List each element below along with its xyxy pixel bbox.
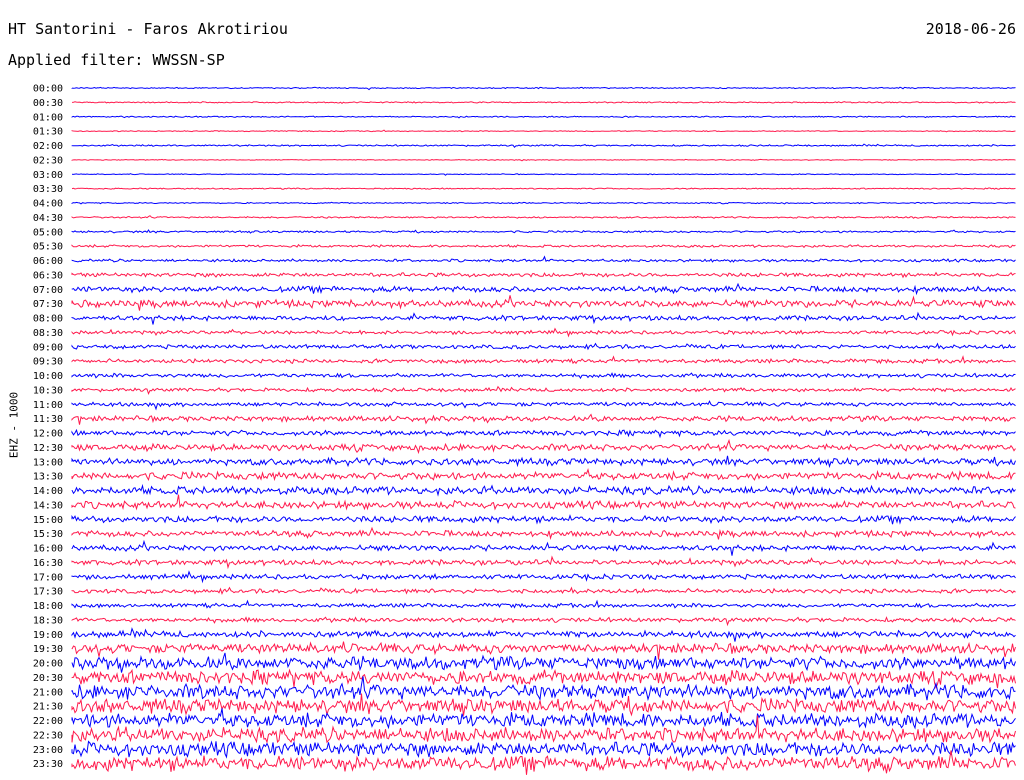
trace-line	[71, 385, 1016, 396]
time-tick-label: 05:00	[33, 227, 63, 238]
time-tick-label: 04:30	[33, 213, 63, 224]
trace-line	[71, 514, 1016, 525]
time-tick-label: 10:30	[33, 385, 63, 396]
time-tick-label: 10:00	[33, 371, 63, 382]
trace-line	[71, 467, 1016, 482]
trace-line	[71, 215, 1016, 219]
trace-line	[71, 229, 1016, 234]
trace-line	[71, 668, 1016, 690]
trace-line	[71, 652, 1016, 673]
trace-line	[71, 271, 1016, 279]
time-tick-label: 03:30	[33, 184, 63, 195]
trace-line	[71, 342, 1016, 351]
time-tick-label: 17:30	[33, 587, 63, 598]
time-tick-label: 02:00	[33, 141, 63, 152]
time-tick-label: 20:30	[33, 673, 63, 684]
time-tick-label: 13:30	[33, 472, 63, 483]
time-tick-label: 14:00	[33, 486, 63, 497]
time-tick-label: 22:30	[33, 730, 63, 741]
time-tick-label: 02:30	[33, 155, 63, 166]
time-tick-label: 06:30	[33, 270, 63, 281]
trace-line	[71, 282, 1016, 296]
time-tick-label: 16:30	[33, 558, 63, 569]
trace-line	[71, 311, 1016, 325]
time-tick-label: 01:00	[33, 112, 63, 123]
time-tick-label: 19:00	[33, 630, 63, 641]
time-tick-label: 07:00	[33, 285, 63, 296]
trace-line	[71, 438, 1016, 455]
time-tick-label: 01:30	[33, 127, 63, 138]
trace-line	[71, 708, 1016, 730]
trace-line	[71, 555, 1016, 570]
trace-line	[71, 86, 1016, 91]
trace-line	[71, 115, 1016, 119]
time-tick-label: 15:00	[33, 515, 63, 526]
trace-line	[71, 187, 1016, 190]
trace-line	[71, 173, 1016, 176]
trace-line	[71, 400, 1016, 411]
trace-line	[71, 483, 1016, 497]
time-tick-label: 08:00	[33, 314, 63, 325]
time-tick-label: 22:00	[33, 716, 63, 727]
time-tick-label: 18:30	[33, 615, 63, 626]
trace-line	[71, 599, 1016, 609]
trace-line	[71, 641, 1016, 660]
seismogram-plot: 00:00 00:30 01:00 01:30 02:00 02:30 03:00 03:30…	[33, 84, 1016, 775]
time-tick-label: 09:30	[33, 357, 63, 368]
time-tick-label: 17:00	[33, 572, 63, 583]
time-tick-label: 07:30	[33, 299, 63, 310]
trace-line	[71, 455, 1016, 469]
trace-line	[71, 255, 1016, 263]
time-tick-label: 11:00	[33, 400, 63, 411]
trace-line	[71, 129, 1016, 133]
time-tick-label: 14:30	[33, 500, 63, 511]
trace-line	[71, 372, 1016, 380]
trace-line	[71, 494, 1016, 511]
trace-line	[71, 327, 1016, 338]
trace-line	[71, 143, 1016, 148]
time-tick-label: 23:00	[33, 745, 63, 756]
trace-line	[71, 158, 1016, 162]
time-tick-label: 05:30	[33, 242, 63, 253]
time-tick-label: 00:00	[33, 84, 63, 95]
trace-line	[71, 526, 1016, 540]
time-tick-label: 06:00	[33, 256, 63, 267]
time-tick-label: 00:30	[33, 98, 63, 109]
trace-line	[71, 295, 1016, 311]
time-tick-label: 21:00	[33, 687, 63, 698]
time-tick-label: 04:00	[33, 199, 63, 210]
trace-line	[71, 201, 1016, 205]
trace-line	[71, 355, 1016, 365]
time-tick-label: 15:30	[33, 529, 63, 540]
trace-line	[71, 676, 1016, 702]
trace-line	[71, 750, 1016, 775]
trace-line	[71, 740, 1016, 759]
trace-line	[71, 101, 1016, 105]
time-tick-label: 12:30	[33, 443, 63, 454]
time-tick-label: 20:00	[33, 659, 63, 670]
time-tick-label: 21:30	[33, 702, 63, 713]
trace-line	[71, 627, 1016, 642]
time-tick-label: 16:00	[33, 544, 63, 555]
trace-line	[71, 539, 1016, 556]
trace-line	[71, 693, 1016, 717]
time-tick-label: 09:00	[33, 342, 63, 353]
time-tick-label: 11:30	[33, 414, 63, 425]
trace-line	[71, 570, 1016, 584]
time-tick-label: 12:00	[33, 429, 63, 440]
trace-line	[71, 586, 1016, 595]
time-tick-label: 03:00	[33, 170, 63, 181]
time-tick-label: 18:00	[33, 601, 63, 612]
time-tick-label: 23:30	[33, 759, 63, 770]
time-tick-label: 13:00	[33, 457, 63, 468]
trace-line	[71, 413, 1016, 425]
time-tick-label: 19:30	[33, 644, 63, 655]
time-tick-label: 08:30	[33, 328, 63, 339]
trace-line	[71, 243, 1016, 249]
trace-line	[71, 428, 1016, 439]
trace-line	[71, 616, 1016, 627]
